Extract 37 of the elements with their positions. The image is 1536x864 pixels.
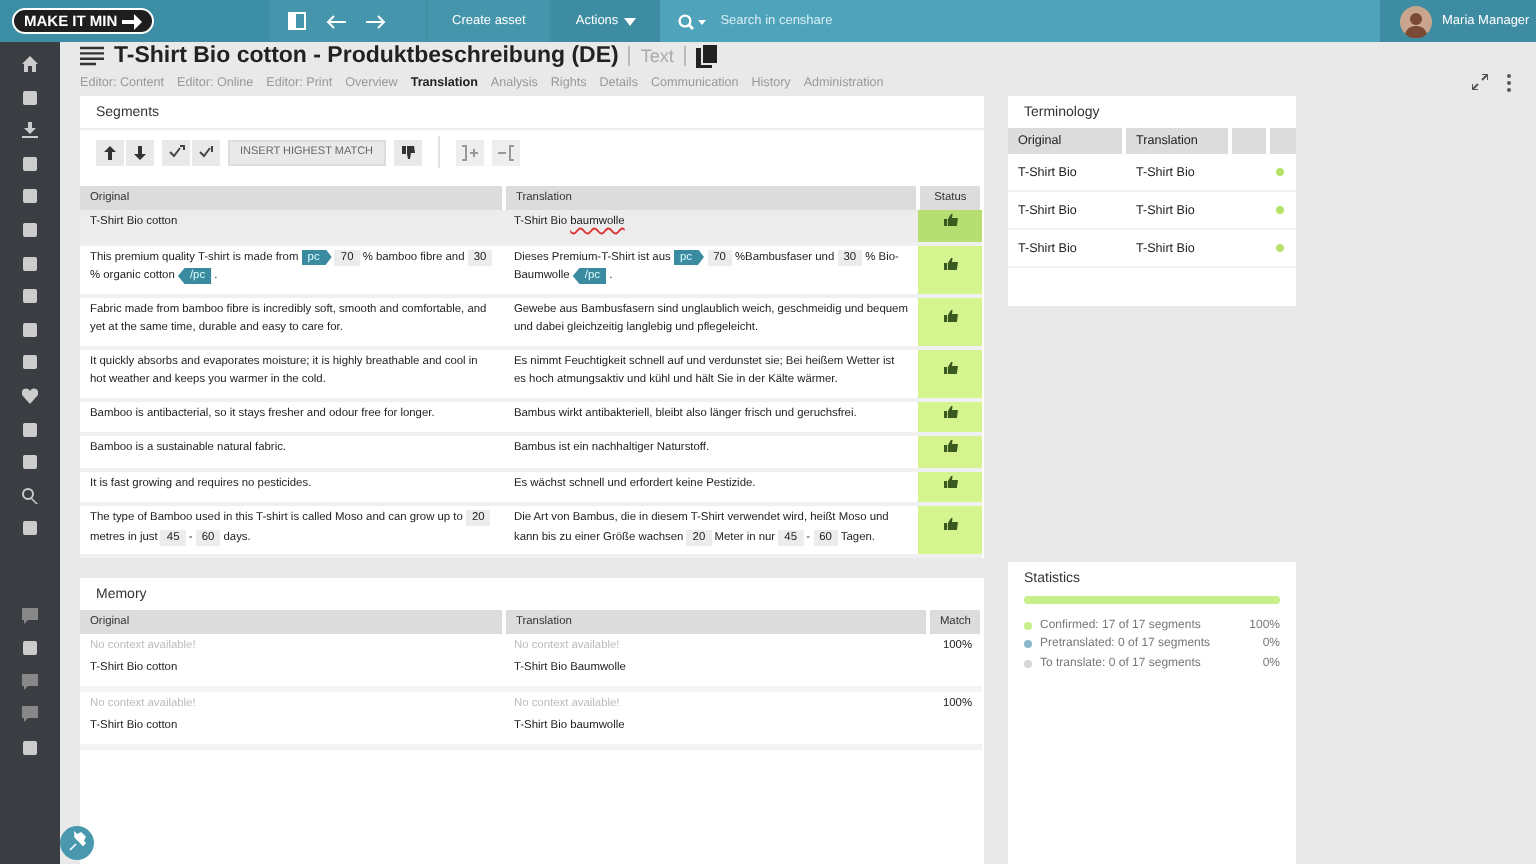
status-cell[interactable] (918, 295, 982, 347)
text-document-icon (80, 45, 104, 65)
search-icon[interactable] (678, 13, 707, 29)
asset-type: Text (640, 45, 674, 65)
status-cell[interactable] (918, 347, 982, 399)
thumbs-up-icon (943, 361, 958, 374)
heart-icon[interactable] (22, 387, 38, 404)
thumbs-up-icon (943, 440, 958, 452)
avatar[interactable] (1400, 5, 1432, 37)
pin-button[interactable] (60, 826, 94, 860)
bracket-plus-icon[interactable] (455, 139, 484, 165)
forward-arrow-icon[interactable] (366, 13, 386, 29)
bracket-minus-icon[interactable] (491, 139, 520, 165)
thumbs-up-icon (943, 257, 958, 270)
thumbs-up-icon (943, 214, 958, 226)
asset-title: T-Shirt Bio cotton - Produktbeschreibung (DE) (114, 43, 619, 67)
status-cell[interactable] (918, 434, 982, 469)
back-arrow-icon[interactable] (326, 13, 346, 29)
download-icon[interactable] (22, 122, 38, 139)
status-cell[interactable] (918, 210, 982, 243)
sidebar-toggle-icon[interactable] (288, 12, 306, 30)
caret-icon (624, 17, 637, 25)
status-cell[interactable] (918, 504, 982, 556)
thumbs-up-icon (943, 405, 958, 417)
check-down-icon[interactable] (192, 139, 220, 165)
home-icon[interactable] (22, 56, 38, 72)
more-icon[interactable] (1506, 73, 1512, 91)
thumbs-up-icon (943, 518, 958, 531)
check-up-icon[interactable] (162, 139, 190, 165)
copy-icon[interactable] (695, 43, 718, 67)
thumbs-up-icon (943, 309, 958, 322)
thumbs-down-icon[interactable] (393, 139, 422, 165)
expand-icon[interactable] (1472, 74, 1488, 90)
search-icon[interactable] (22, 487, 38, 504)
status-cell[interactable] (918, 243, 982, 295)
thumbs-up-icon (943, 475, 958, 487)
chat-icon[interactable] (22, 607, 38, 623)
